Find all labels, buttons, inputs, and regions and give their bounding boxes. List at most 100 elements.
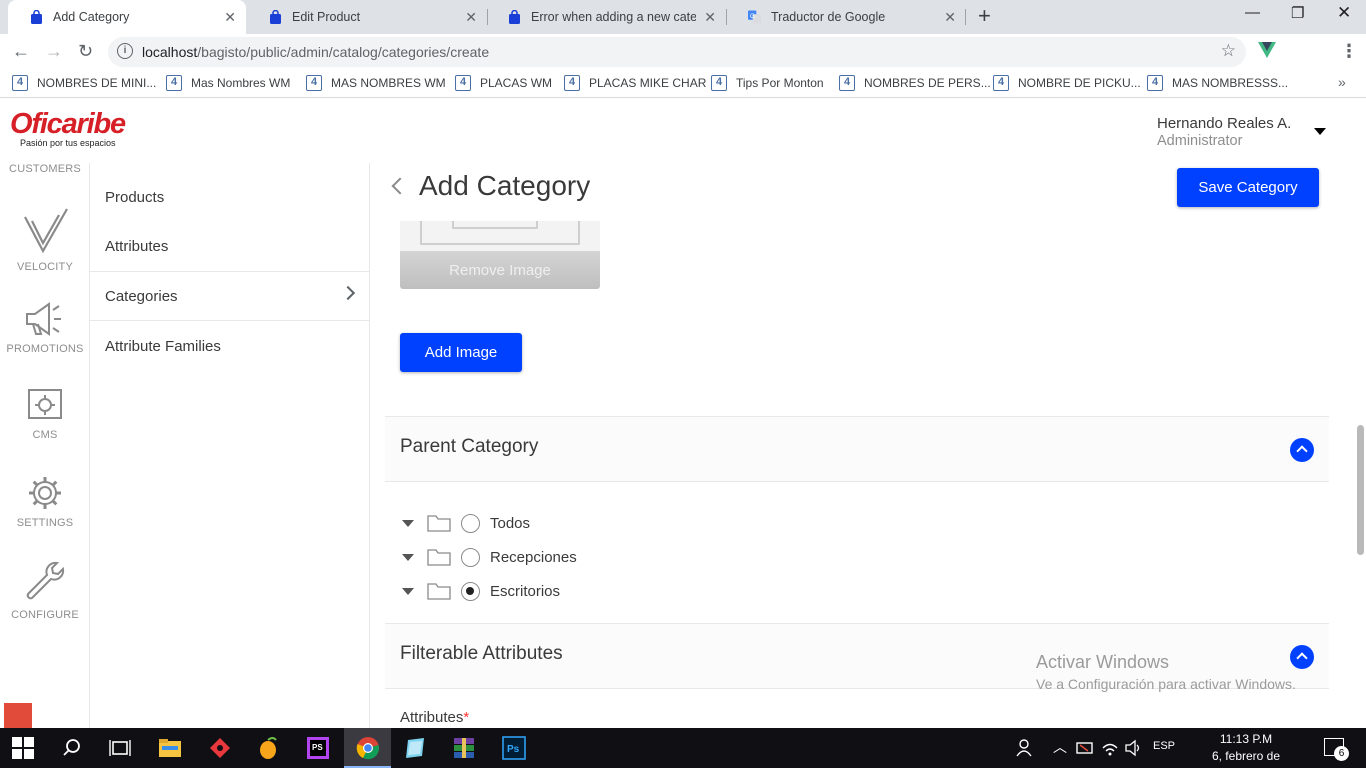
volume-icon[interactable] <box>1124 736 1142 760</box>
photoshop-icon[interactable]: Ps <box>502 736 526 760</box>
windows-start-icon[interactable] <box>12 736 34 760</box>
bookmark-item[interactable]: 4 NOMBRES DE MINI... <box>12 75 156 91</box>
battery-icon[interactable] <box>1076 736 1094 760</box>
bookmark-item[interactable]: 4 MAS NOMBRESSS... <box>1147 75 1288 91</box>
page-scrollbar[interactable] <box>1354 163 1366 728</box>
rail-item-settings[interactable]: SETTINGS <box>0 475 89 529</box>
bookmark-item[interactable]: 4 Mas Nombres WM <box>166 75 290 91</box>
category-label: Todos <box>490 514 531 532</box>
accordion-title: Parent Category <box>400 436 539 457</box>
velocity-icon <box>24 208 68 254</box>
bagisto-favicon-icon <box>270 10 281 24</box>
browser-tab-bar: Add Category ✕ Edit Product ✕ Error when… <box>0 0 1366 34</box>
vue-devtools-icon[interactable] <box>1258 42 1276 58</box>
admin-icon-rail: CUSTOMERS VELOCITY PROMOTIONS CMS SETTIN… <box>0 163 90 728</box>
expand-caret-icon[interactable] <box>402 519 414 527</box>
search-icon[interactable] <box>60 736 84 760</box>
category-radio[interactable] <box>461 513 480 533</box>
app-cube-icon[interactable] <box>404 736 428 760</box>
file-explorer-icon[interactable] <box>158 736 182 760</box>
url-text[interactable]: localhost/bagisto/public/admin/catalog/c… <box>142 44 489 60</box>
rail-item-customers[interactable]: CUSTOMERS <box>0 163 89 175</box>
bookmark-4-icon: 4 <box>166 75 182 91</box>
task-view-icon[interactable] <box>108 736 132 760</box>
main-content: Add Category Save Category Remove Image … <box>370 163 1354 728</box>
rail-item-promotions[interactable]: PROMOTIONS <box>0 301 89 355</box>
submenu-item-categories[interactable]: Categories <box>90 271 369 321</box>
close-tab-icon[interactable]: ✕ <box>224 9 236 26</box>
bookmark-item[interactable]: 4 MAS NOMBRES WM <box>306 75 446 91</box>
fl-studio-icon[interactable] <box>256 736 280 760</box>
forward-icon[interactable]: → <box>45 41 63 61</box>
add-image-button[interactable]: Add Image <box>400 333 522 372</box>
bookmark-star-icon[interactable]: ☆ <box>1221 41 1236 61</box>
parent-category-accordion[interactable]: Parent Category <box>385 416 1329 482</box>
rail-item-velocity[interactable]: VELOCITY <box>0 207 89 273</box>
more-bookmarks-icon[interactable]: » <box>1338 74 1346 90</box>
reload-icon[interactable]: ↻ <box>78 41 93 61</box>
scrollbar-thumb[interactable] <box>1357 425 1364 555</box>
rail-label: SETTINGS <box>16 517 74 529</box>
back-chevron-icon[interactable] <box>391 177 409 195</box>
svg-text:G: G <box>750 13 755 20</box>
site-info-icon[interactable]: i <box>117 43 133 59</box>
bookmark-4-icon: 4 <box>306 75 322 91</box>
filterable-attributes-accordion[interactable]: Filterable Attributes <box>385 623 1329 689</box>
expand-caret-icon[interactable] <box>402 587 414 595</box>
back-icon[interactable]: ← <box>12 41 30 61</box>
taskbar-clock[interactable]: 11:13 P.M 6, febrero de 2020 <box>1198 731 1294 768</box>
bookmark-4-icon: 4 <box>12 75 28 91</box>
submenu-item-attribute-families[interactable]: Attribute Families <box>90 321 369 371</box>
bookmark-item[interactable]: 4 PLACAS MIKE CHAR <box>564 75 706 91</box>
chrome-icon[interactable] <box>356 736 380 760</box>
user-profile[interactable]: Hernando Reales A. Administrator <box>1157 115 1291 149</box>
address-bar[interactable]: i localhost/bagisto/public/admin/catalog… <box>108 37 1246 67</box>
tab-edit-product[interactable]: Edit Product ✕ <box>247 0 487 34</box>
save-category-button[interactable]: Save Category <box>1177 168 1319 207</box>
bookmark-item[interactable]: 4 Tips Por Monton <box>711 75 824 91</box>
clock-date: 6, febrero de 2020 <box>1211 749 1281 768</box>
tab-add-category[interactable]: Add Category ✕ <box>8 0 246 34</box>
input-language[interactable]: ESP <box>1153 740 1175 752</box>
bookmark-4-icon: 4 <box>711 75 727 91</box>
maximize-button[interactable]: ❐ <box>1291 4 1304 22</box>
expand-caret-icon[interactable] <box>402 553 414 561</box>
tab-title: Edit Product <box>292 10 361 24</box>
bookmark-4-icon: 4 <box>1147 75 1163 91</box>
user-menu-caret-icon[interactable] <box>1314 128 1326 135</box>
close-tab-icon[interactable]: ✕ <box>465 9 477 26</box>
category-radio[interactable] <box>461 581 480 601</box>
close-tab-icon[interactable]: ✕ <box>944 9 956 26</box>
bookmark-item[interactable]: 4 PLACAS WM <box>455 75 552 91</box>
phpstorm-icon[interactable]: PS <box>306 736 330 760</box>
app-badge-icon[interactable] <box>4 703 32 728</box>
rail-label: CMS <box>32 429 58 441</box>
minimize-button[interactable]: — <box>1245 4 1260 21</box>
chevron-up-icon[interactable] <box>1290 438 1314 462</box>
show-hidden-icons-icon[interactable]: ︿ <box>1053 737 1067 757</box>
tab-error-category[interactable]: Error when adding a new categor ✕ <box>486 0 726 34</box>
submenu-item-products[interactable]: Products <box>90 172 369 222</box>
browser-menu-icon[interactable]: ⋮ <box>1340 41 1358 62</box>
folder-icon <box>427 549 451 566</box>
folder-icon <box>427 583 451 600</box>
people-icon[interactable] <box>1015 736 1035 760</box>
submenu-item-attributes[interactable]: Attributes <box>90 221 369 271</box>
chevron-up-icon[interactable] <box>1290 645 1314 669</box>
rail-item-cms[interactable]: CMS <box>0 389 89 441</box>
wifi-icon[interactable] <box>1101 736 1119 760</box>
category-radio[interactable] <box>461 547 480 567</box>
rail-item-configure[interactable]: CONFIGURE <box>0 559 89 621</box>
user-role: Administrator <box>1157 133 1243 149</box>
brand-logo[interactable]: Oficaribe Pasión por tus espacios <box>10 109 126 148</box>
tab-google-translate[interactable]: G Traductor de Google ✕ <box>726 0 966 34</box>
tab-separator <box>965 9 966 25</box>
bookmark-item[interactable]: 4 NOMBRES DE PERS... <box>839 75 991 91</box>
new-tab-button[interactable]: + <box>978 5 991 27</box>
close-window-button[interactable]: ✕ <box>1337 3 1351 23</box>
git-client-icon[interactable] <box>208 736 232 760</box>
winrar-icon[interactable] <box>452 736 476 760</box>
close-tab-icon[interactable]: ✕ <box>704 9 716 26</box>
bookmark-item[interactable]: 4 NOMBRE DE PICKU... <box>993 75 1141 91</box>
remove-image-button[interactable]: Remove Image <box>400 251 600 289</box>
